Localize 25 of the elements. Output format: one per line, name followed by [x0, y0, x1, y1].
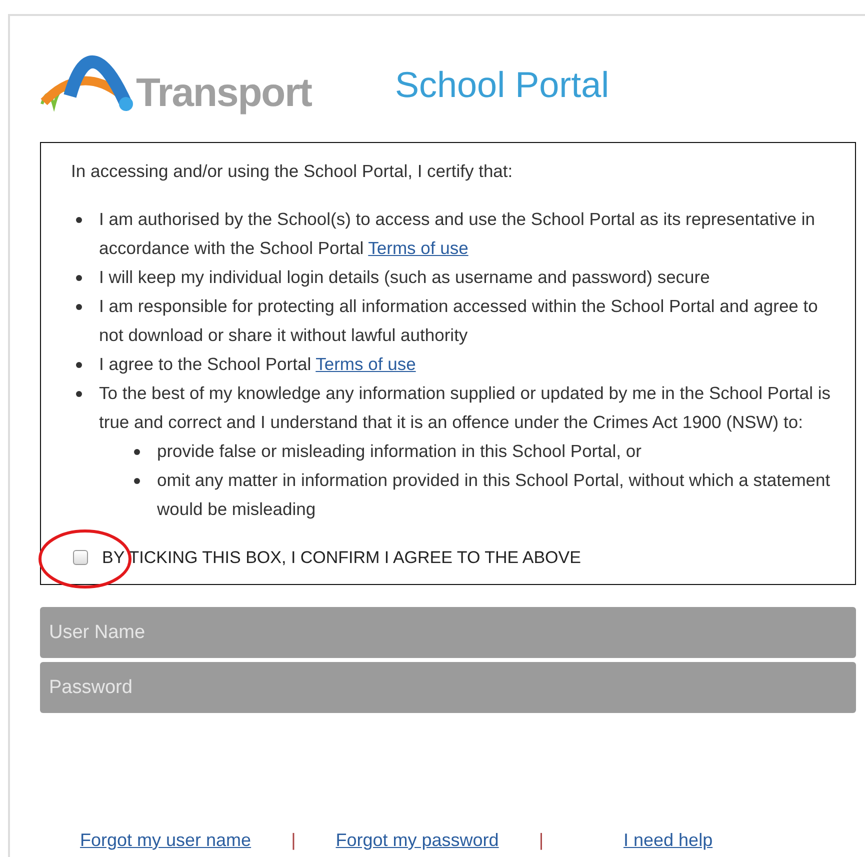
help-link[interactable]: I need help	[624, 830, 713, 851]
bullet-icon	[76, 217, 82, 223]
bullet-icon	[76, 275, 82, 281]
bullet-icon	[76, 362, 82, 368]
declaration-text: provide false or misleading information in this School Portal, or	[157, 441, 642, 461]
intro-text: In accessing and/or using the School Portal, I certify that:	[71, 160, 514, 183]
agree-checkbox[interactable]	[73, 550, 88, 565]
bullet-icon	[76, 391, 82, 397]
terms-link[interactable]: Terms of use	[316, 354, 416, 374]
declaration-text: I agree to the School Portal Terms of use	[99, 354, 416, 374]
logo-text: Transport	[136, 71, 312, 116]
separator: |	[291, 830, 296, 851]
page-title: School Portal	[395, 64, 610, 106]
declaration-text: omit any matter in information provided in this School Portal, without which a statement would be misleading	[157, 470, 830, 519]
help-link[interactable]: Forgot my password	[336, 830, 499, 851]
help-link[interactable]: Forgot my user name	[80, 830, 252, 851]
bullet-icon	[134, 449, 140, 455]
bullet-icon	[76, 304, 82, 310]
declaration-text: I am responsible for protecting all information accessed within the School Portal and agree to not download or share it without lawful authority	[99, 296, 818, 345]
terms-link[interactable]: Terms of use	[368, 238, 468, 258]
declaration-text: I will keep my individual login details (such as username and password) secure	[99, 267, 710, 287]
separator: |	[538, 830, 544, 851]
declaration-text: I am authorised by the School(s) to access and use the School Portal as its representative in accordance with the School Portal Terms of use	[99, 209, 815, 258]
declaration-text: To the best of my knowledge any information supplied or updated by me in the School Portal is true and correct and I understand that it is an offence under the Crimes Act 1900 (NSW) to:	[99, 383, 831, 432]
bullet-icon	[134, 478, 140, 484]
